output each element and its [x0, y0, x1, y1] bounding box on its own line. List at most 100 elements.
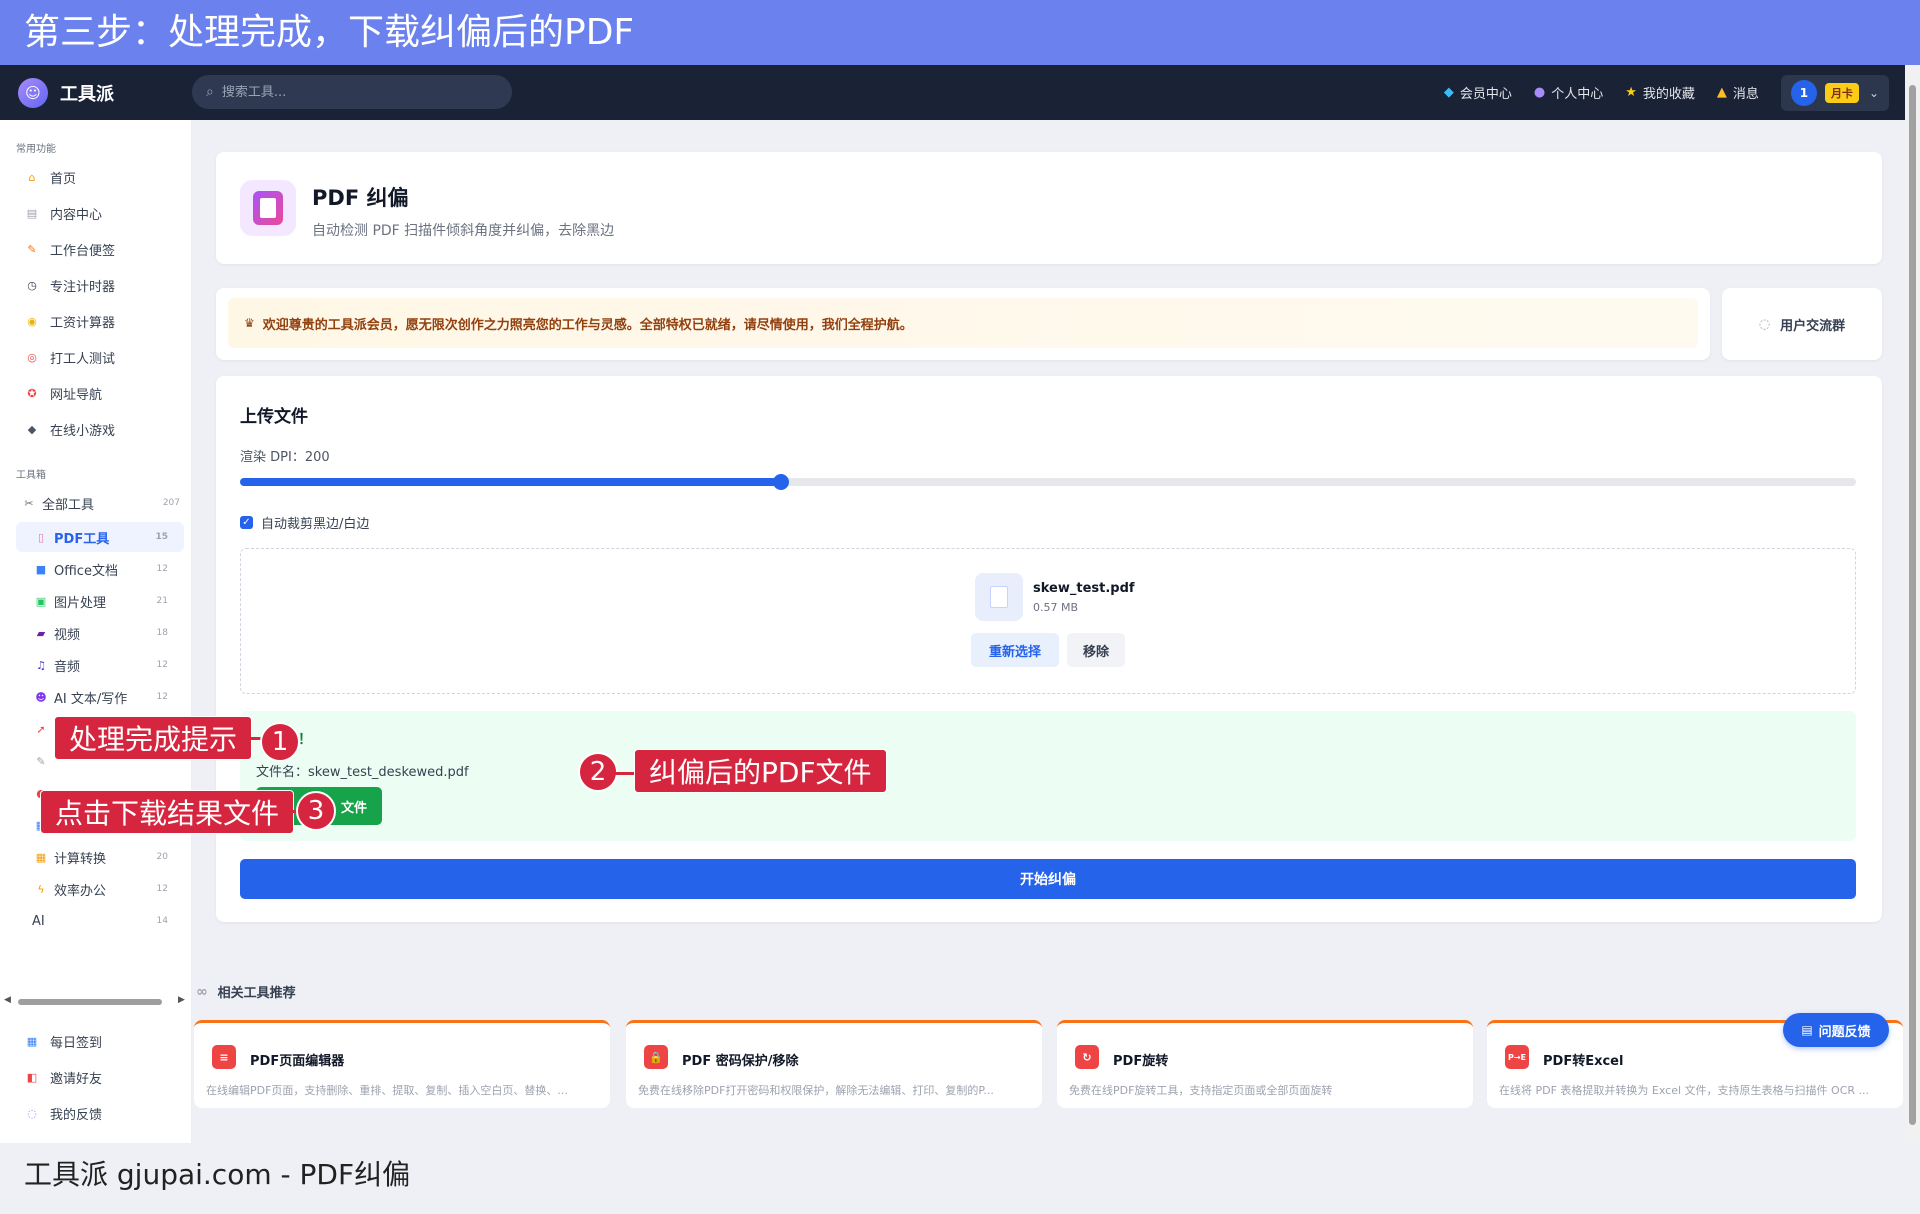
nav-member-center[interactable]: ◆ 会员中心	[1444, 83, 1512, 102]
dpi-slider-handle[interactable]	[773, 474, 790, 490]
sidebar-item-worker-test[interactable]: ◎ 打工人测试	[24, 346, 115, 368]
crown-icon: ♛	[244, 316, 255, 330]
scrollbar-thumb[interactable]	[1909, 85, 1916, 1125]
search-icon: ⌕	[206, 84, 214, 100]
user-group-button[interactable]: ◌ 用户交流群	[1722, 288, 1882, 360]
user-icon: ●	[1533, 85, 1546, 100]
feedback-button[interactable]: ▤ 问题反馈	[1783, 1013, 1889, 1047]
category-label: 计算转换	[54, 851, 107, 867]
annotation-callout-1: 处理完成提示	[54, 716, 253, 760]
user-menu[interactable]: 1 月卡 ⌄	[1780, 74, 1889, 111]
sidebar-item-content[interactable]: ▤ 内容中心	[24, 202, 102, 224]
sidebar-section-common: 常用功能	[16, 144, 56, 155]
category-count: 15	[155, 532, 168, 542]
vertical-scrollbar[interactable]	[1905, 65, 1920, 1143]
sidebar-item-games[interactable]: ◆ 在线小游戏	[24, 418, 115, 440]
welcome-text: 欢迎尊贵的工具派会员，愿无限次创作之力照亮您的工作与灵感。全部特权已就绪，请尽情…	[262, 317, 913, 333]
sidebar: 常用功能 ⌂ 首页 ▤ 内容中心 ✎ 工作台便签 ◷ 专注计时器 ◉ 工资计算器 ◎ 打工人…	[0, 120, 192, 1143]
category-count: 21	[156, 596, 168, 606]
dpi-label: 渲染 DPI：200	[240, 450, 330, 465]
feedback-label: 问题反馈	[1818, 1024, 1871, 1040]
money-bag-icon: ◉	[27, 314, 37, 328]
scroll-right-arrow-icon[interactable]: ▶	[178, 995, 185, 1005]
nav-messages-label: 消息	[1732, 87, 1759, 102]
auto-crop-option[interactable]: ✓ 自动裁剪黑边/白边	[240, 513, 369, 532]
page-description: 自动检测 PDF 扫描件倾斜角度并纠偏，去除黑边	[312, 223, 615, 239]
nav-favorites[interactable]: ★ 我的收藏	[1625, 83, 1695, 102]
related-card-title: PDF 密码保护/移除	[682, 1054, 799, 1069]
calendar-icon: ▦	[26, 1034, 38, 1048]
category-ai-writing[interactable]: ☻ AI 文本/写作 12	[16, 682, 184, 712]
membership-badge: 月卡	[1824, 82, 1859, 103]
sidebar-item-label: 我的反馈	[50, 1107, 103, 1123]
sidebar-item-label: 专注计时器	[50, 279, 116, 295]
category-ai[interactable]: AI 14	[16, 906, 184, 936]
memo-icon: ✎	[27, 242, 37, 256]
category-count: 18	[156, 628, 168, 638]
category-pdf[interactable]: ▯ PDF工具 15	[16, 522, 184, 552]
related-card-page-editor[interactable]: ≡ PDF页面编辑器 在线编辑PDF页面，支持删除、重排、提取、复制、插入空白页…	[194, 1020, 610, 1108]
search-box[interactable]: ⌕	[192, 75, 512, 109]
annotation-callout-2: 纠偏后的PDF文件	[634, 749, 887, 793]
sidebar-item-invite[interactable]: ◧ 邀请好友	[24, 1066, 102, 1088]
file-name: skew_test.pdf	[1033, 581, 1135, 596]
nav-messages[interactable]: ▲ 消息	[1717, 83, 1759, 102]
category-efficiency[interactable]: ϟ 效率办公 12	[16, 874, 184, 904]
scroll-left-arrow-icon[interactable]: ◀	[4, 995, 11, 1005]
sidebar-section-tools: 工具箱	[16, 470, 46, 481]
file-dropzone[interactable]: skew_test.pdf 0.57 MB 重新选择 移除	[240, 548, 1856, 694]
category-all[interactable]: ✂ 全部工具 207	[16, 488, 184, 518]
lock-icon: 🔒	[644, 1045, 668, 1069]
sidebar-item-nav[interactable]: ✪ 网址导航	[24, 382, 102, 404]
user-group-card[interactable]: ◌ 用户交流群	[1722, 288, 1882, 360]
category-count: 12	[156, 660, 168, 670]
category-label: 图片处理	[54, 595, 107, 611]
sidebar-item-label: 首页	[50, 171, 77, 187]
logo-bag-icon: ☺	[18, 77, 48, 108]
annotation-callout-3: 点击下载结果文件	[40, 790, 295, 834]
sidebar-item-salary[interactable]: ◉ 工资计算器	[24, 310, 115, 332]
annotation-number-3: 3	[296, 791, 336, 831]
reselect-button[interactable]: 重新选择	[971, 633, 1059, 667]
upload-title: 上传文件	[240, 407, 308, 427]
remove-button[interactable]: 移除	[1067, 633, 1125, 667]
logo[interactable]: ☺ 工具派	[18, 77, 114, 108]
category-video[interactable]: ▰ 视频 18	[16, 618, 184, 648]
search-input[interactable]	[221, 84, 482, 100]
sidebar-item-feedback[interactable]: ◌ 我的反馈	[24, 1102, 102, 1124]
page-caption: 工具派 gjupai.com - PDF纠偏	[0, 1143, 1920, 1214]
speech-bubble-icon: ◌	[27, 1106, 37, 1120]
sidebar-horizontal-scrollbar[interactable]: ◀ ▶	[0, 994, 192, 1010]
category-office[interactable]: ■ Office文档 12	[16, 554, 184, 584]
nav-personal-center[interactable]: ● 个人中心	[1534, 83, 1603, 102]
related-card-desc: 在线将 PDF 表格提取并转换为 Excel 文件，支持原生表格与扫描件 OCR…	[1499, 1084, 1870, 1097]
scrollbar-thumb[interactable]	[18, 999, 162, 1005]
category-image[interactable]: ▣ 图片处理 21	[16, 586, 184, 616]
dpi-slider[interactable]	[240, 474, 1856, 490]
sidebar-item-checkin[interactable]: ▦ 每日签到	[24, 1030, 102, 1052]
target-icon: ◎	[27, 350, 37, 364]
sidebar-item-notes[interactable]: ✎ 工作台便签	[24, 238, 115, 260]
related-card-password[interactable]: 🔒 PDF 密码保护/移除 免费在线移除PDF打开密码和权限保护，解除无法编辑、…	[626, 1020, 1042, 1108]
category-calc[interactable]: ▦ 计算转换 20	[16, 842, 184, 872]
category-count: 12	[156, 564, 168, 574]
category-audio[interactable]: ♫ 音频 12	[16, 650, 184, 680]
sidebar-item-home[interactable]: ⌂ 首页	[24, 166, 77, 188]
category-label: PDF工具	[54, 531, 110, 547]
pdf-tool-icon	[240, 180, 296, 236]
category-count: 207	[162, 498, 180, 508]
start-deskew-button[interactable]: 开始纠偏	[240, 859, 1856, 899]
annotation-number-1: 1	[260, 722, 300, 762]
auto-crop-checkbox[interactable]: ✓	[240, 516, 253, 529]
sidebar-item-timer[interactable]: ◷ 专注计时器	[24, 274, 115, 296]
avatar: 1	[1790, 79, 1817, 106]
music-note-icon: ♫	[36, 658, 46, 672]
sidebar-item-label: 在线小游戏	[50, 423, 116, 439]
category-count: 12	[156, 692, 168, 702]
related-card-desc: 免费在线PDF旋转工具，支持指定页面或全部页面旋转	[1069, 1084, 1333, 1097]
related-card-rotate[interactable]: ↻ PDF旋转 免费在线PDF旋转工具，支持指定页面或全部页面旋转	[1057, 1020, 1473, 1108]
category-label: Office文档	[54, 563, 118, 579]
download-button-label: 文件	[340, 800, 367, 816]
related-card-title: PDF转Excel	[1543, 1054, 1624, 1069]
category-label: 效率办公	[54, 883, 107, 899]
